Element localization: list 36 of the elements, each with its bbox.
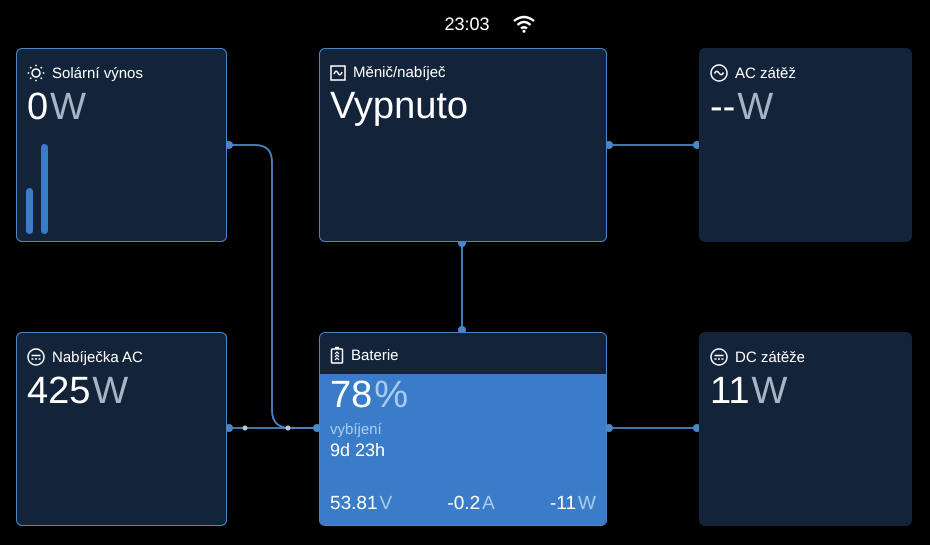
card-value: 78 [330,374,372,417]
card-title: AC zátěž [735,64,796,82]
battery-icon [330,346,344,364]
battery-reading: -11W [550,493,596,515]
device-card[interactable]: Nabíječka AC 425W [16,332,227,526]
time-to-go: 9d 23h [330,440,386,461]
card-title: Měnič/nabíječ [353,64,446,81]
unit-label: W [92,370,128,413]
unit-label: % [374,374,408,417]
card-title: Solární výnos [52,64,143,82]
card-value: 11 [710,370,750,413]
card-title: DC zátěže [735,348,806,366]
battery-reading: -0.2A [447,493,495,515]
clock-time: 23:03 [444,14,490,34]
device-card[interactable]: Solární výnos 0W [16,48,227,242]
dc-icon [710,348,728,366]
inverter-icon [330,64,346,80]
unit-label: W [50,86,86,129]
sun-icon [27,64,45,82]
device-card[interactable]: Měnič/nabíječ Vypnuto [319,48,607,242]
card-value: 0 [27,86,48,129]
ac-icon [710,64,728,82]
card-value: 425 [27,370,90,413]
device-card[interactable]: AC zátěž --W [699,48,912,242]
device-card[interactable]: DC zátěže 11W [699,332,912,526]
dc-icon [27,348,45,366]
battery-reading: 53.81V [330,493,392,515]
unit-label: W [737,86,774,129]
wifi-icon [512,15,536,33]
card-title: Nabíječka AC [52,348,143,366]
card-title: Baterie [351,346,399,364]
unit-label: W [751,370,788,413]
card-value: Vypnuto [330,85,468,128]
battery-state: vybíjení [330,421,383,438]
card-value: -- [710,86,736,129]
battery-card[interactable]: Baterie 78% vybíjení 9d 23h 53.81V -0.2A -11W [319,332,607,526]
